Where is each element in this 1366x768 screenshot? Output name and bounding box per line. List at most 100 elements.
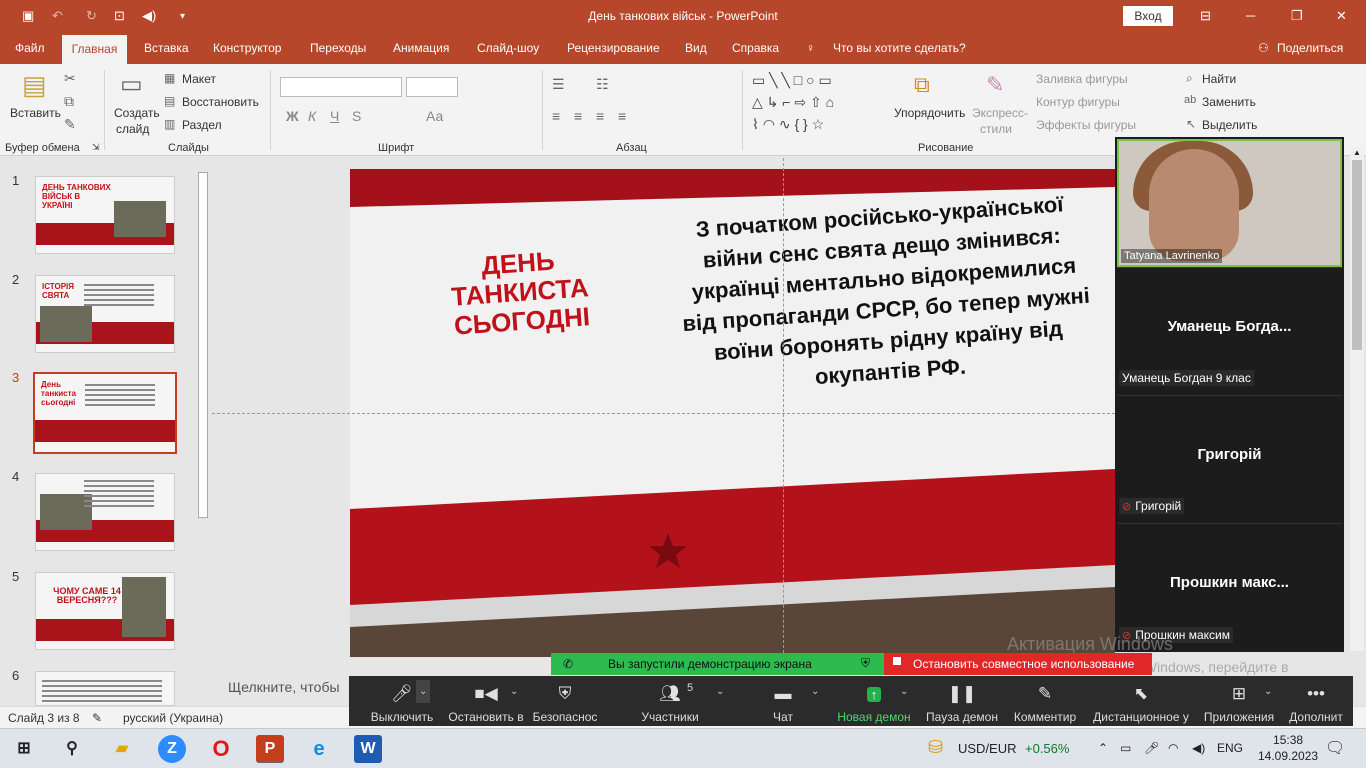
file-explorer-icon[interactable]: ▰ xyxy=(108,735,136,763)
volume-icon[interactable]: ◀) xyxy=(1192,741,1205,755)
chat-button[interactable]: ▬ Чат xyxy=(758,676,808,726)
security-button[interactable]: ⛨ Безопаснос xyxy=(532,676,598,726)
battery-icon[interactable]: ▭ xyxy=(1120,741,1131,755)
shapes-gallery-row2[interactable]: △ ↳ ⌐ ⇨ ⇧ ⌂ xyxy=(752,94,834,111)
slide-thumbnail-6[interactable] xyxy=(35,671,175,706)
apps-options-caret[interactable]: ⌄ xyxy=(1264,686,1272,697)
tab-file[interactable]: Файл xyxy=(15,41,45,55)
numbering-icon[interactable]: ☷ xyxy=(596,76,609,93)
language-indicator[interactable]: русский (Украина) xyxy=(123,711,223,725)
panel-scrollbar[interactable]: ▲ xyxy=(1350,146,1364,651)
panel-scroll-thumb[interactable] xyxy=(1352,160,1362,350)
video-tile[interactable]: Tatyana Lavrinenko xyxy=(1117,139,1342,267)
slide-thumbnail-1[interactable]: ДЕНЬ ТАНКОВИХ ВІЙСЬК В УКРАЇНІ xyxy=(35,176,175,254)
tab-transitions[interactable]: Переходы xyxy=(310,41,366,55)
currency-pair[interactable]: USD/EUR xyxy=(958,741,1017,756)
video-options-caret[interactable]: ⌄ xyxy=(510,686,518,697)
sign-in-button[interactable]: Вход xyxy=(1123,6,1173,26)
tab-view[interactable]: Вид xyxy=(685,41,707,55)
arrange-button[interactable]: Упорядочить xyxy=(894,106,965,120)
dialog-launcher-icon[interactable]: ⇲ xyxy=(92,142,100,153)
input-language[interactable]: ENG xyxy=(1217,741,1243,755)
shape-outline-button[interactable]: Контур фигуры xyxy=(1036,95,1120,109)
thumbnail-scroll-thumb[interactable] xyxy=(198,172,208,518)
shapes-gallery-row1[interactable]: ▭ ╲ ╲ □ ○ ▭ xyxy=(752,72,832,89)
paste-button[interactable]: Вставить xyxy=(10,106,61,120)
share-icon[interactable]: ⚇ xyxy=(1258,41,1269,55)
cut-icon[interactable]: ✂ xyxy=(64,70,76,87)
tell-me-search[interactable]: Что вы хотите сделать? xyxy=(833,41,966,55)
tab-slideshow[interactable]: Слайд-шоу xyxy=(477,41,539,55)
edge-icon[interactable]: e xyxy=(305,735,333,763)
shapes-gallery-row3[interactable]: ⌇ ◠ ∿ { } ☆ xyxy=(752,116,824,133)
chat-options-caret[interactable]: ⌄ xyxy=(811,686,819,697)
quick-styles-label-2[interactable]: стили xyxy=(980,122,1012,136)
section-button[interactable]: Раздел xyxy=(182,118,222,132)
close-button[interactable]: ✕ xyxy=(1336,8,1347,24)
font-name-combo[interactable] xyxy=(280,77,402,97)
maximize-button[interactable]: ❐ xyxy=(1291,8,1303,24)
notes-placeholder[interactable]: Щелкните, чтобы xyxy=(228,679,340,695)
spellcheck-icon[interactable]: ✎ xyxy=(92,711,102,725)
bullets-icon[interactable]: ☰ xyxy=(552,76,565,93)
slide-title[interactable]: ДЕНЬ ТАНКИСТА СЬОГОДНІ xyxy=(412,242,628,343)
format-painter-icon[interactable]: ✎ xyxy=(64,116,76,133)
shape-fill-button[interactable]: Заливка фигуры xyxy=(1036,72,1128,86)
wifi-icon[interactable]: ◠ xyxy=(1168,741,1178,755)
bold-button[interactable]: Ж xyxy=(286,108,299,124)
underline-button[interactable]: Ч xyxy=(330,108,339,124)
shadow-button[interactable]: S xyxy=(352,108,361,124)
share-options-caret[interactable]: ⌄ xyxy=(900,686,908,697)
ribbon-display-icon[interactable]: ⊟ xyxy=(1200,8,1211,24)
slide-thumbnail-2[interactable]: ІСТОРІЯ СВЯТА xyxy=(35,275,175,353)
tab-home[interactable]: Главная xyxy=(62,35,127,64)
slide-body-text[interactable]: З початком російсько-української війни с… xyxy=(669,187,1101,402)
opera-icon[interactable]: O xyxy=(207,735,235,763)
participant-tile[interactable]: Григорій ⊘ Григорій xyxy=(1117,395,1342,522)
layout-button[interactable]: Макет xyxy=(182,72,216,86)
align-left-icon[interactable]: ≡ xyxy=(552,108,560,124)
select-button[interactable]: Выделить xyxy=(1202,118,1257,132)
mute-button[interactable]: 🎤︎ Выключить xyxy=(357,676,447,726)
share-button[interactable]: Поделиться xyxy=(1277,41,1343,55)
quick-styles-icon[interactable]: ✎ xyxy=(986,72,1004,98)
search-icon[interactable]: ⚲ xyxy=(58,735,86,763)
replace-button[interactable]: Заменить xyxy=(1202,95,1256,109)
clock[interactable]: 15:38 14.09.2023 xyxy=(1258,732,1318,764)
notifications-icon[interactable]: 🗨︎ xyxy=(1325,738,1345,758)
paste-icon[interactable]: ▤ xyxy=(22,70,47,101)
tab-insert[interactable]: Вставка xyxy=(144,41,189,55)
new-slide-icon[interactable]: ▭ xyxy=(120,70,143,99)
mute-options-caret[interactable]: ⌄ xyxy=(416,680,431,703)
font-size-combo[interactable] xyxy=(406,77,458,97)
quick-styles-label-1[interactable]: Экспресс- xyxy=(972,106,1028,120)
participant-tile[interactable]: Прошкин макс... ⊘ Прошкин максим xyxy=(1117,523,1342,651)
more-button[interactable]: ••• Дополнит xyxy=(1283,676,1349,726)
stop-share-button[interactable]: Остановить совместное использование xyxy=(884,653,1152,675)
align-right-icon[interactable]: ≡ xyxy=(596,108,604,124)
shape-effects-button[interactable]: Эффекты фигуры xyxy=(1036,118,1136,132)
slide-thumbnail-5[interactable]: ЧОМУ САМЕ 14 ВЕРЕСНЯ??? xyxy=(35,572,175,650)
find-button[interactable]: Найти xyxy=(1202,72,1236,86)
justify-icon[interactable]: ≡ xyxy=(618,108,626,124)
windows-start-icon[interactable]: ⊞ xyxy=(10,735,38,763)
pause-share-button[interactable]: ❚❚ Пауза демон xyxy=(923,676,1001,726)
italic-button[interactable]: К xyxy=(308,108,316,124)
new-share-button[interactable]: ↑ Новая демон xyxy=(835,676,913,726)
arrange-icon[interactable]: ⧉ xyxy=(914,72,930,98)
new-slide-label-2[interactable]: слайд xyxy=(116,122,149,136)
tab-review[interactable]: Рецензирование xyxy=(567,41,660,55)
annotate-button[interactable]: ✎ Комментир xyxy=(1008,676,1082,726)
slide-thumbnail-3[interactable]: День танкиста сьогодні xyxy=(33,372,177,454)
word-icon[interactable]: W xyxy=(354,735,382,763)
participant-tile[interactable]: Уманець Богда... Уманець Богдан 9 клас xyxy=(1117,267,1342,394)
stop-video-button[interactable]: ■◀ Остановить в xyxy=(441,676,531,726)
powerpoint-icon[interactable]: P xyxy=(256,735,284,763)
participants-options-caret[interactable]: ⌄ xyxy=(716,686,724,697)
align-center-icon[interactable]: ≡ xyxy=(574,108,582,124)
new-slide-label-1[interactable]: Создать xyxy=(114,106,160,120)
apps-button[interactable]: ⊞ Приложения xyxy=(1199,676,1279,726)
zoom-app-icon[interactable]: Z xyxy=(158,735,186,763)
copy-icon[interactable]: ⧉ xyxy=(64,93,74,110)
tab-help[interactable]: Справка xyxy=(732,41,779,55)
